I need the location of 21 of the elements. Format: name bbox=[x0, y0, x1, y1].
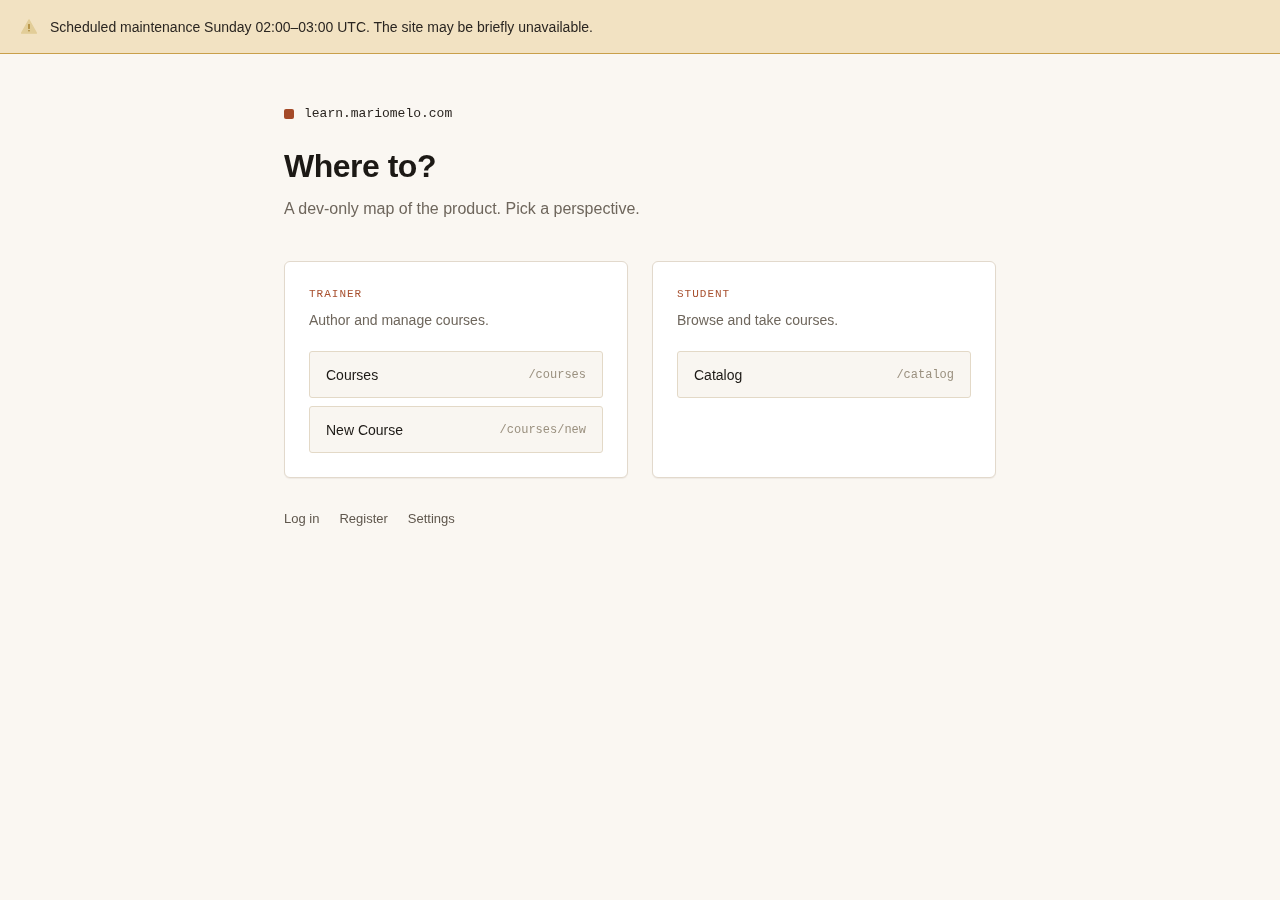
route-link[interactable]: New Course /courses/new bbox=[309, 406, 603, 453]
route-title: New Course bbox=[326, 420, 404, 440]
route-path: /courses bbox=[528, 366, 586, 383]
route-path: /courses/new bbox=[499, 421, 586, 438]
footer-link[interactable]: Log in bbox=[284, 509, 320, 529]
footer-link[interactable]: Settings bbox=[407, 509, 455, 529]
page-subtitle: A dev-only map of the product. Pick a perspective. bbox=[284, 199, 640, 219]
route-title: Catalog bbox=[694, 365, 743, 385]
route-link[interactable]: Courses /courses bbox=[309, 351, 603, 398]
route-link[interactable]: Catalog /catalog bbox=[677, 351, 971, 398]
route-path: /catalog bbox=[896, 366, 954, 383]
site-domain: learn.mariomelo.com bbox=[304, 105, 453, 123]
route-title: Courses bbox=[326, 365, 379, 385]
perspective-label: TRAINER bbox=[309, 287, 363, 302]
perspective-label: STUDENT bbox=[677, 287, 731, 302]
warning-icon bbox=[21, 19, 37, 34]
perspective-description: Author and manage courses. bbox=[309, 311, 489, 330]
perspective-description: Browse and take courses. bbox=[677, 311, 839, 330]
footer-link[interactable]: Register bbox=[339, 509, 388, 529]
page-heading: Where to? bbox=[284, 147, 436, 186]
banner-message: Scheduled maintenance Sunday 02:00–03:00 UTC. The site may be briefly unavailable. bbox=[50, 17, 593, 37]
